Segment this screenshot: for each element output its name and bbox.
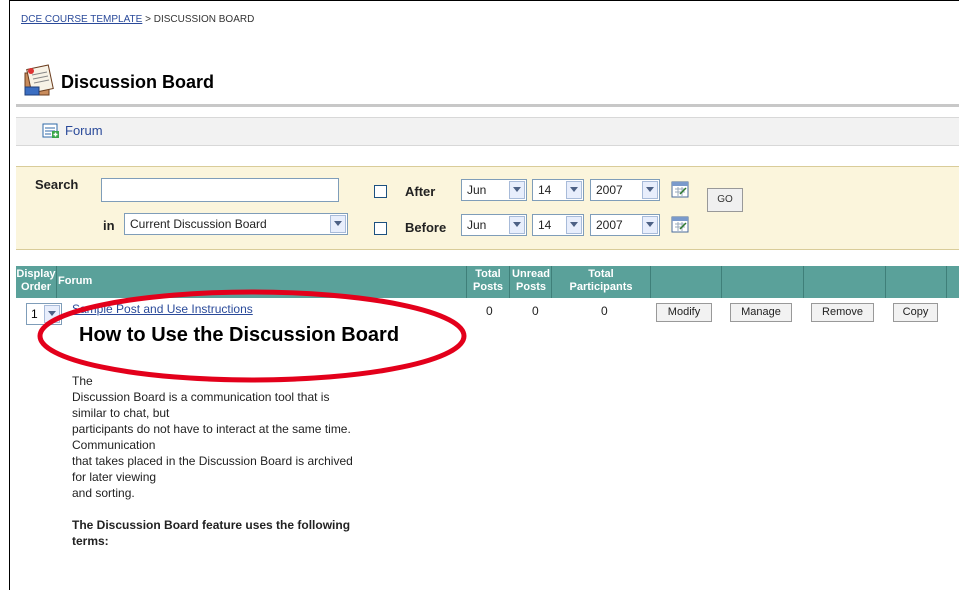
- total-participants-value: 0: [601, 304, 608, 318]
- before-day-select[interactable]: 14: [532, 214, 584, 236]
- chevron-down-icon: [509, 181, 525, 199]
- before-day-value: 14: [538, 218, 552, 232]
- copy-button[interactable]: Copy: [893, 303, 938, 322]
- add-forum-icon[interactable]: [42, 123, 60, 139]
- terms-heading-line1: The Discussion Board feature uses the fo…: [72, 518, 351, 532]
- col-display-order-line1: Display: [16, 268, 56, 280]
- action-bar: Forum: [16, 117, 959, 146]
- search-label: Search: [35, 177, 79, 192]
- description-line: participants do not have to interact at …: [72, 422, 351, 436]
- description-line: and sorting.: [72, 486, 135, 500]
- column-divider: [466, 266, 467, 298]
- description-line: that takes placed in the Discussion Boar…: [72, 454, 353, 468]
- after-day-select[interactable]: 14: [532, 179, 584, 201]
- before-calendar-icon[interactable]: [671, 215, 689, 233]
- column-divider: [803, 266, 804, 298]
- after-checkbox[interactable]: [374, 185, 387, 198]
- search-scope-select[interactable]: Current Discussion Board: [124, 213, 348, 235]
- chevron-down-icon: [330, 215, 346, 233]
- description-line: The: [72, 374, 93, 388]
- display-order-value: 1: [31, 307, 38, 321]
- description-line: Discussion Board is a communication tool…: [72, 390, 330, 404]
- after-year-value: 2007: [596, 183, 623, 197]
- after-year-select[interactable]: 2007: [590, 179, 660, 201]
- col-total-participants-line1: Total: [588, 268, 614, 280]
- search-in-label: in: [103, 218, 115, 233]
- description-line: for later viewing: [72, 470, 157, 484]
- before-month-value: Jun: [467, 218, 487, 232]
- breadcrumb-separator: >: [145, 14, 151, 25]
- breadcrumb-course-link[interactable]: DCE COURSE TEMPLATE: [21, 14, 142, 25]
- terms-heading: The Discussion Board feature uses the fo…: [72, 517, 462, 549]
- chevron-down-icon: [642, 181, 658, 199]
- terms-heading-line2: terms:: [72, 534, 109, 548]
- before-label: Before: [405, 220, 447, 235]
- col-unread-posts-line2: Posts: [516, 281, 546, 293]
- unread-posts-value: 0: [532, 304, 539, 318]
- table-header: Display Order Forum Total Posts Unread P…: [16, 266, 959, 298]
- before-month-select[interactable]: Jun: [461, 214, 527, 236]
- breadcrumb-current: DISCUSSION BOARD: [153, 14, 255, 25]
- modify-button[interactable]: Modify: [656, 303, 712, 322]
- go-button[interactable]: GO: [707, 188, 743, 212]
- column-divider: [721, 266, 722, 298]
- after-label: After: [405, 184, 436, 199]
- col-unread-posts[interactable]: Unread Posts: [510, 268, 552, 294]
- column-divider: [946, 266, 947, 298]
- chevron-down-icon: [509, 216, 525, 234]
- col-forum[interactable]: Forum: [58, 275, 92, 288]
- page-title: Discussion Board: [61, 72, 215, 92]
- before-checkbox[interactable]: [374, 222, 387, 235]
- display-order-select[interactable]: 1: [26, 303, 62, 325]
- remove-button[interactable]: Remove: [811, 303, 874, 322]
- forum-title-link[interactable]: Sample Post and Use Instructions: [72, 302, 253, 316]
- description-line: similar to chat, but: [72, 406, 170, 420]
- before-year-value: 2007: [596, 218, 623, 232]
- chevron-down-icon: [566, 216, 582, 234]
- after-month-select[interactable]: Jun: [461, 179, 527, 201]
- forum-link[interactable]: Forum: [65, 123, 103, 138]
- manage-button[interactable]: Manage: [730, 303, 792, 322]
- column-divider: [56, 266, 57, 298]
- before-year-select[interactable]: 2007: [590, 214, 660, 236]
- total-posts-value: 0: [486, 304, 493, 318]
- column-divider: [551, 266, 552, 298]
- column-divider: [509, 266, 510, 298]
- title-divider: [16, 104, 959, 107]
- col-total-posts-line1: Total: [475, 268, 501, 280]
- col-total-posts-line2: Posts: [473, 281, 503, 293]
- column-divider: [650, 266, 651, 298]
- forum-description: The Discussion Board is a communication …: [72, 373, 462, 549]
- col-total-participants[interactable]: Total Participants: [552, 268, 650, 294]
- col-display-order-line2: Order: [21, 281, 51, 293]
- after-day-value: 14: [538, 183, 552, 197]
- column-divider: [885, 266, 886, 298]
- chevron-down-icon: [642, 216, 658, 234]
- breadcrumb: DCE COURSE TEMPLATE > DISCUSSION BOARD: [21, 14, 254, 25]
- col-total-posts[interactable]: Total Posts: [467, 268, 509, 294]
- discussion-board-icon: [24, 64, 54, 96]
- chevron-down-icon: [44, 305, 60, 323]
- search-input[interactable]: [101, 178, 339, 202]
- after-month-value: Jun: [467, 183, 487, 197]
- description-line: Communication: [72, 438, 156, 452]
- after-calendar-icon[interactable]: [671, 180, 689, 198]
- col-unread-posts-line1: Unread: [512, 268, 550, 280]
- search-scope-value: Current Discussion Board: [130, 217, 267, 231]
- forum-description-heading: How to Use the Discussion Board: [79, 324, 400, 346]
- col-total-participants-line2: Participants: [569, 281, 633, 293]
- chevron-down-icon: [566, 181, 582, 199]
- col-display-order[interactable]: Display Order: [16, 268, 56, 294]
